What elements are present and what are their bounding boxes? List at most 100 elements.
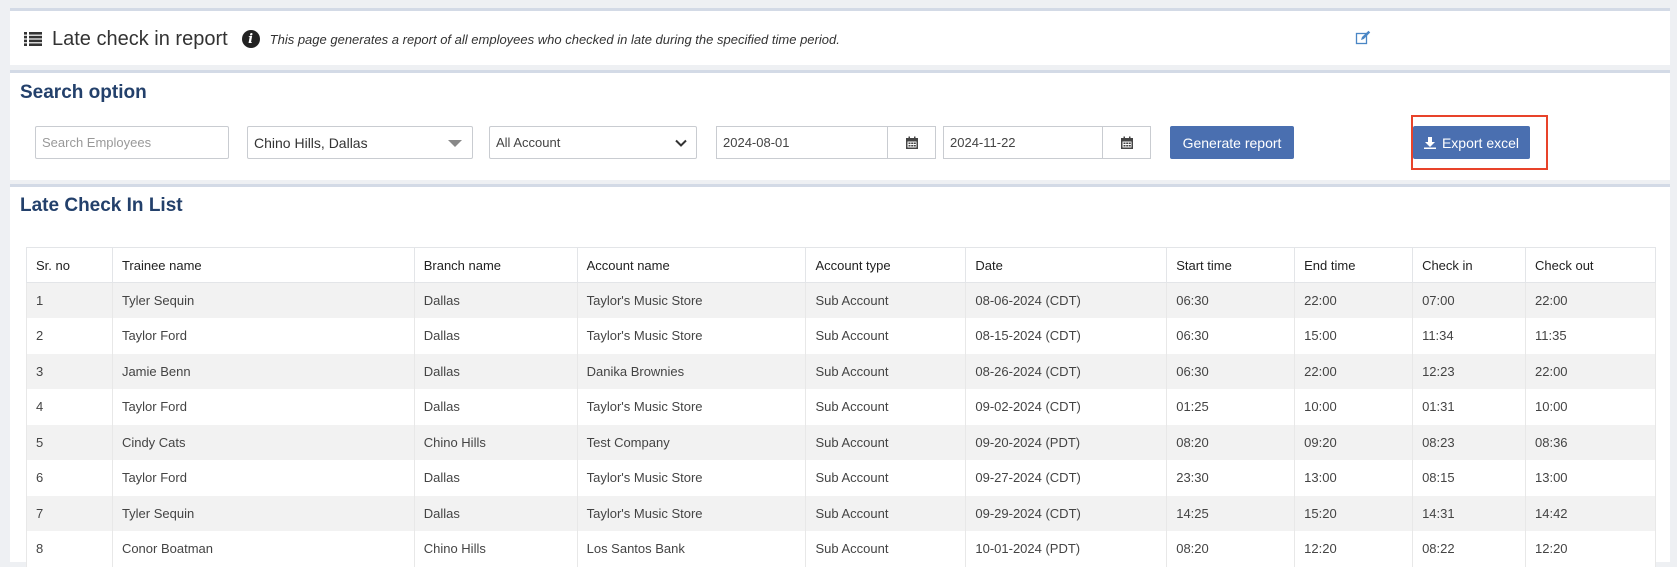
column-header[interactable]: Account name xyxy=(577,247,807,283)
table-cell: Danika Brownies xyxy=(577,353,807,389)
branch-select[interactable]: Chino Hills, Dallas xyxy=(247,126,473,159)
table-header-row: Sr. no Trainee name Branch name Account … xyxy=(26,247,1656,283)
table-cell: 7 xyxy=(26,495,113,531)
page-title: Late check in report xyxy=(52,27,228,50)
table-cell: 09-02-2024 (CDT) xyxy=(965,389,1168,425)
table-cell: 09:20 xyxy=(1294,424,1414,460)
table-row: 5 Cindy Cats Chino Hills Test Company Sub Ac… xyxy=(26,424,1656,460)
table-row: 6 Taylor Ford Dallas Taylor's Music Store Su… xyxy=(26,460,1656,496)
table-cell: Test Company xyxy=(577,424,807,460)
table-cell: 2 xyxy=(26,318,113,354)
table-cell: Taylor's Music Store xyxy=(577,389,807,425)
table-cell: 14:31 xyxy=(1412,495,1526,531)
table-cell: 07:00 xyxy=(1412,282,1526,318)
table-cell: 08:20 xyxy=(1166,424,1296,460)
table-cell: 23:30 xyxy=(1166,460,1296,496)
table-cell: 06:30 xyxy=(1166,282,1296,318)
table-cell: 10:00 xyxy=(1525,389,1656,425)
table-cell: Dallas xyxy=(414,389,578,425)
table-cell: Jamie Benn xyxy=(112,353,415,389)
table-cell: 01:25 xyxy=(1166,389,1296,425)
table-cell: Chino Hills xyxy=(414,424,578,460)
export-excel-button[interactable]: Export excel xyxy=(1413,126,1530,159)
column-header[interactable]: Date xyxy=(965,247,1168,283)
table-cell: 22:00 xyxy=(1525,353,1656,389)
table-cell: Cindy Cats xyxy=(112,424,415,460)
table-cell: Sub Account xyxy=(805,460,967,496)
table-cell: 09-29-2024 (CDT) xyxy=(965,495,1168,531)
table-cell: 08:23 xyxy=(1412,424,1526,460)
calendar-icon[interactable] xyxy=(888,127,935,158)
table-cell: Los Santos Bank xyxy=(577,531,807,567)
table-cell: 10-01-2024 (PDT) xyxy=(965,531,1168,567)
end-date-value[interactable]: 2024-11-22 xyxy=(944,127,1103,158)
table-cell: 13:00 xyxy=(1525,460,1656,496)
edit-icon[interactable] xyxy=(1355,30,1371,46)
table-cell: Dallas xyxy=(414,460,578,496)
table-cell: 14:25 xyxy=(1166,495,1296,531)
table-cell: Sub Account xyxy=(805,389,967,425)
table-cell: Dallas xyxy=(414,495,578,531)
column-header[interactable]: Check out xyxy=(1525,247,1656,283)
table-cell: Taylor Ford xyxy=(112,460,415,496)
table-row: 3 Jamie Benn Dallas Danika Brownies Sub Acco… xyxy=(26,353,1656,389)
table-cell: 01:31 xyxy=(1412,389,1526,425)
table-cell: Taylor Ford xyxy=(112,318,415,354)
table-cell: Taylor Ford xyxy=(112,389,415,425)
table-cell: 08-15-2024 (CDT) xyxy=(965,318,1168,354)
start-date-value[interactable]: 2024-08-01 xyxy=(717,127,888,158)
table-cell: Sub Account xyxy=(805,318,967,354)
generate-report-button[interactable]: Generate report xyxy=(1170,126,1294,159)
column-header[interactable]: Check in xyxy=(1412,247,1526,283)
search-employees-placeholder: Search Employees xyxy=(42,135,152,150)
table-cell: 08:36 xyxy=(1525,424,1656,460)
column-header[interactable]: Account type xyxy=(805,247,967,283)
end-date-field[interactable]: 2024-11-22 xyxy=(943,126,1151,159)
table-cell: 15:00 xyxy=(1294,318,1414,354)
column-header[interactable]: Sr. no xyxy=(26,247,113,283)
info-icon: i xyxy=(241,30,260,48)
table-cell: 09-27-2024 (CDT) xyxy=(965,460,1168,496)
table-cell: Tyler Sequin xyxy=(112,495,415,531)
column-header[interactable]: Start time xyxy=(1166,247,1296,283)
table-cell: 08:15 xyxy=(1412,460,1526,496)
caret-down-icon xyxy=(448,140,462,147)
table-cell: Sub Account xyxy=(805,495,967,531)
list-section-title: Late Check In List xyxy=(20,195,183,216)
start-date-field[interactable]: 2024-08-01 xyxy=(716,126,936,159)
table-cell: 5 xyxy=(26,424,113,460)
table-cell: 06:30 xyxy=(1166,318,1296,354)
table-cell: 12:20 xyxy=(1525,531,1656,567)
table-cell: 08:20 xyxy=(1166,531,1296,567)
table-cell: Taylor's Music Store xyxy=(577,460,807,496)
column-header[interactable]: Trainee name xyxy=(112,247,415,283)
table-cell: 08-26-2024 (CDT) xyxy=(965,353,1168,389)
table-cell: 22:00 xyxy=(1525,282,1656,318)
table-cell: Taylor's Music Store xyxy=(577,318,807,354)
table-cell: 11:35 xyxy=(1525,318,1656,354)
calendar-icon[interactable] xyxy=(1103,127,1150,158)
table-cell: Taylor's Music Store xyxy=(577,495,807,531)
report-header-panel: Late check in report i This page generat… xyxy=(10,8,1670,65)
table-cell: Sub Account xyxy=(805,531,967,567)
table-cell: Tyler Sequin xyxy=(112,282,415,318)
download-icon xyxy=(1423,136,1436,149)
column-header[interactable]: Branch name xyxy=(414,247,578,283)
account-select[interactable]: All Account xyxy=(489,126,697,159)
table-row: 8 Conor Boatman Chino Hills Los Santos Bank… xyxy=(26,531,1656,567)
search-employees-input[interactable]: Search Employees xyxy=(35,126,229,159)
table-row: 4 Taylor Ford Dallas Taylor's Music Store Su… xyxy=(26,389,1656,425)
table-cell: 1 xyxy=(26,282,113,318)
table-cell: 4 xyxy=(26,389,113,425)
table-cell: 11:34 xyxy=(1412,318,1526,354)
table-cell: 14:42 xyxy=(1525,495,1656,531)
table-cell: 09-20-2024 (PDT) xyxy=(965,424,1168,460)
table-cell: 22:00 xyxy=(1294,353,1414,389)
column-header[interactable]: End time xyxy=(1294,247,1414,283)
table-cell: Taylor's Music Store xyxy=(577,282,807,318)
table-cell: 3 xyxy=(26,353,113,389)
search-section-title: Search option xyxy=(20,82,147,103)
table-cell: Conor Boatman xyxy=(112,531,415,567)
table-cell: Dallas xyxy=(414,353,578,389)
table-cell: 12:20 xyxy=(1294,531,1414,567)
